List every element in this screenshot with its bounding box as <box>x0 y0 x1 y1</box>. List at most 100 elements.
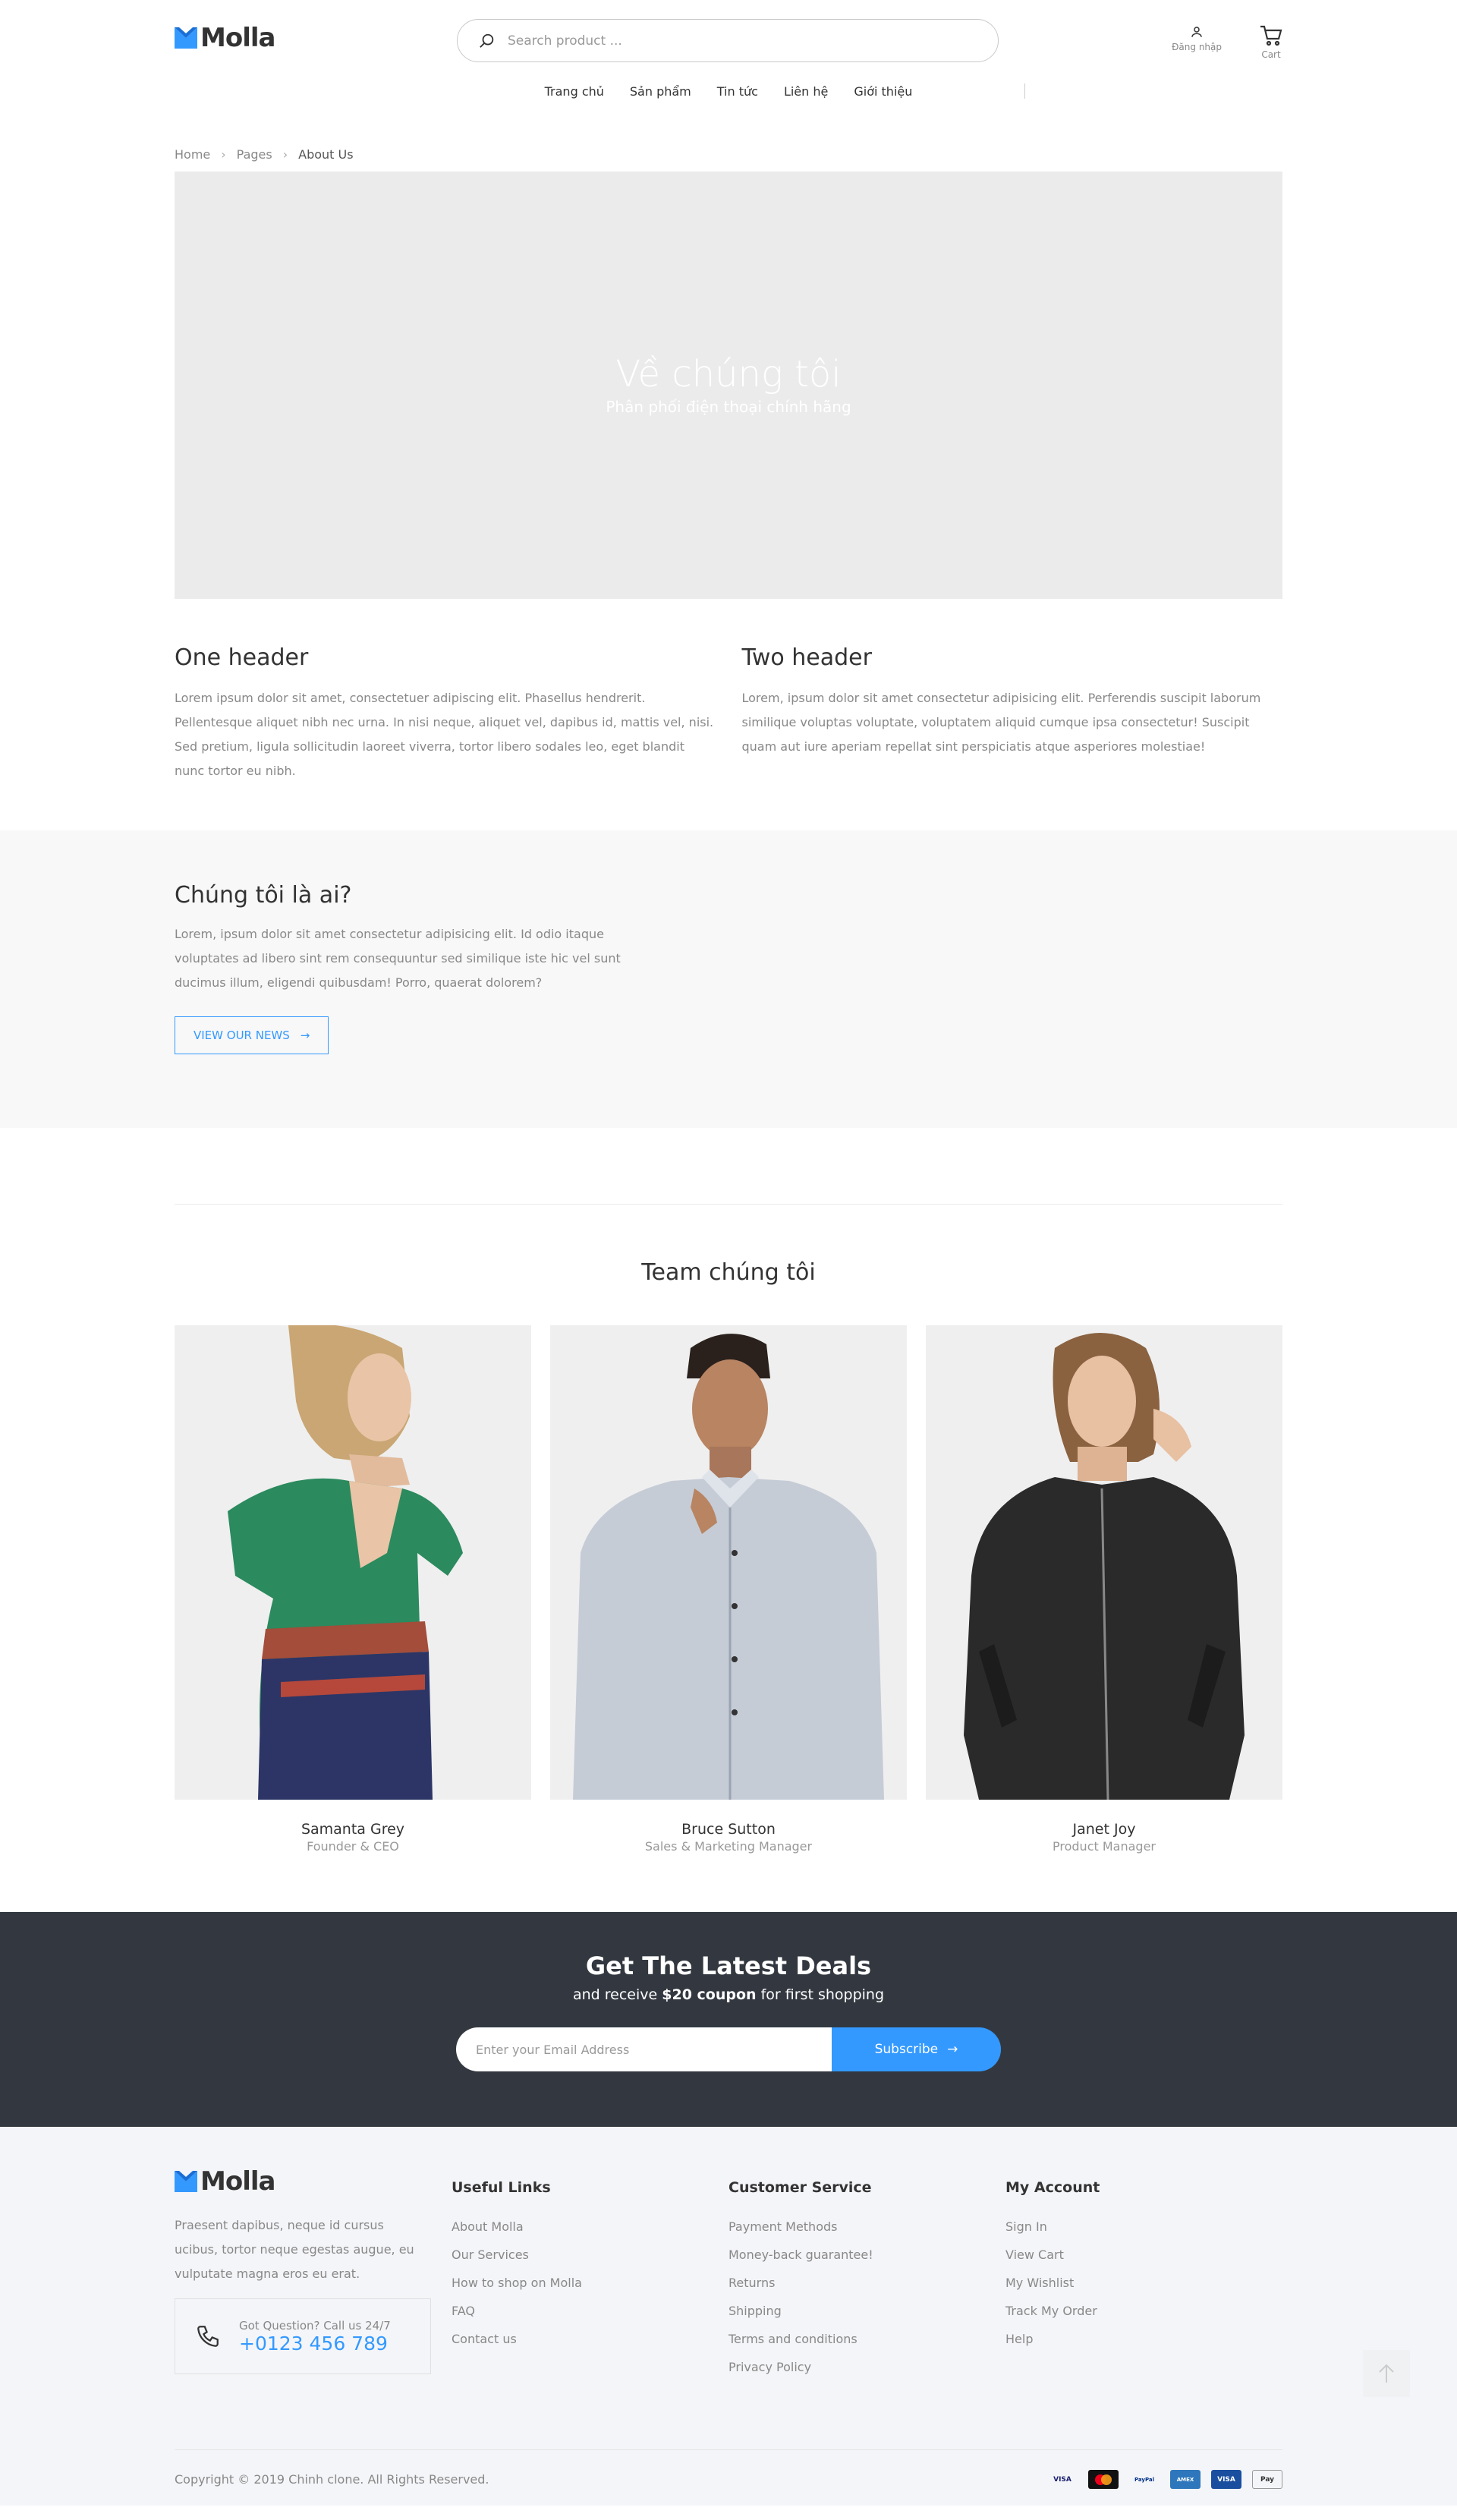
footer-link[interactable]: About Molla <box>452 2213 728 2241</box>
footer-logo[interactable]: Molla <box>175 2166 452 2197</box>
newsletter-text: and receive $20 coupon for first shoppin… <box>0 1986 1457 2003</box>
view-news-label: VIEW OUR NEWS <box>194 1028 290 1042</box>
footer-link[interactable]: FAQ <box>452 2297 728 2325</box>
phone-number[interactable]: +0123 456 789 <box>239 2333 391 2355</box>
phone-icon <box>197 2326 219 2347</box>
user-icon <box>1191 27 1202 37</box>
newsletter-form: Subscribe → <box>456 2027 1001 2071</box>
subscribe-label: Subscribe <box>874 2042 939 2057</box>
chevron-right-icon: › <box>221 146 226 162</box>
cart-link[interactable]: Cart <box>1260 25 1282 60</box>
nav-item-news[interactable]: Tin tức <box>717 84 758 99</box>
member-role: Product Manager <box>1053 1839 1156 1854</box>
footer-my-account: My Account Sign In View Cart My Wishlist… <box>1005 2166 1282 2381</box>
footer-link[interactable]: How to shop on Molla <box>452 2269 728 2297</box>
newsletter-title: Get The Latest Deals <box>585 1951 872 1980</box>
nav-item-about[interactable]: Giới thiệu <box>854 84 912 99</box>
search-icon <box>480 33 494 48</box>
footer-link[interactable]: Payment Methods <box>728 2213 1005 2241</box>
team-title: Team chúng tôi <box>641 1259 816 1286</box>
logo[interactable]: Molla <box>175 23 275 53</box>
visa-card-icon: VISA <box>1211 2470 1241 2489</box>
column-two-title: Two header <box>741 644 872 671</box>
intro-columns: One header Lorem ipsum dolor sit amet, c… <box>175 644 1282 783</box>
search-bar[interactable] <box>457 19 999 62</box>
footer-link[interactable]: Track My Order <box>1005 2297 1282 2325</box>
who-title: Chúng tôi là ai? <box>175 882 352 909</box>
footer-logo-text: Molla <box>200 2166 275 2197</box>
my-account-title: My Account <box>1005 2179 1100 2196</box>
footer-link[interactable]: My Wishlist <box>1005 2269 1282 2297</box>
intro-column-two: Two header Lorem, ipsum dolor sit amet c… <box>742 644 1283 783</box>
breadcrumb-current: About Us <box>298 146 354 162</box>
useful-links-title: Useful Links <box>452 2179 551 2196</box>
footer-link[interactable]: Returns <box>728 2269 1005 2297</box>
team-grid: Samanta Grey Founder & CEO Bruce Sutton … <box>175 1325 1282 1854</box>
arrow-right-icon: → <box>300 1028 310 1042</box>
logo-mark-icon <box>175 27 197 49</box>
arrow-right-icon: → <box>947 2042 958 2057</box>
member-photo-woman-dress-icon <box>175 1325 531 1800</box>
phone-box: Got Question? Call us 24/7 +0123 456 789 <box>175 2298 431 2374</box>
breadcrumb-home[interactable]: Home <box>175 147 210 162</box>
column-one-title: One header <box>175 644 309 671</box>
newsletter-section: Get The Latest Deals and receive $20 cou… <box>0 1912 1457 2127</box>
member-name: Samanta Grey <box>301 1821 405 1838</box>
cart-icon <box>1260 25 1282 46</box>
nav-divider <box>1024 83 1025 99</box>
subscribe-button[interactable]: Subscribe → <box>832 2027 1001 2071</box>
footer-link[interactable]: Sign In <box>1005 2213 1282 2241</box>
footer-link[interactable]: Help <box>1005 2325 1282 2353</box>
header-actions: Đăng nhập Cart <box>1172 25 1282 60</box>
scroll-to-top-button[interactable] <box>1363 2350 1410 2397</box>
member-role: Founder & CEO <box>307 1839 399 1854</box>
nav-item-contact[interactable]: Liên hệ <box>784 84 828 99</box>
search-input[interactable] <box>508 33 963 49</box>
cart-label: Cart <box>1261 49 1281 60</box>
member-name: Janet Joy <box>1072 1821 1136 1838</box>
column-one-text: Lorem ipsum dolor sit amet, consectetuer… <box>175 691 714 778</box>
member-photo <box>926 1325 1282 1800</box>
logo-mark-icon <box>175 2171 197 2192</box>
member-photo <box>550 1325 907 1800</box>
apple-pay-icon: Pay <box>1252 2470 1282 2489</box>
intro-column-one: One header Lorem ipsum dolor sit amet, c… <box>175 644 716 783</box>
phone-label: Got Question? Call us 24/7 <box>239 2318 391 2333</box>
customer-service-title: Customer Service <box>728 2179 872 2196</box>
payment-methods: VISA PayPal AMEX VISA Pay <box>1047 2470 1282 2489</box>
copyright: Copyright © 2019 Chinh clone. All Rights… <box>175 2472 489 2487</box>
amex-icon: AMEX <box>1170 2470 1201 2489</box>
hero-banner: Về chúng tôi Phân phối điện thoại chính … <box>175 172 1282 599</box>
footer-link[interactable]: Our Services <box>452 2241 728 2269</box>
team-member: Janet Joy Product Manager <box>926 1325 1282 1854</box>
nav-item-home[interactable]: Trang chủ <box>545 84 604 99</box>
who-text: Lorem, ipsum dolor sit amet consectetur … <box>175 927 621 990</box>
section-divider <box>175 1204 1282 1205</box>
team-member: Samanta Grey Founder & CEO <box>175 1325 531 1854</box>
site-header: Molla Đăng nhập Cart <box>175 0 1282 72</box>
team-member: Bruce Sutton Sales & Marketing Manager <box>550 1325 907 1854</box>
login-link[interactable]: Đăng nhập <box>1172 25 1222 60</box>
footer-link[interactable]: Terms and conditions <box>728 2325 1005 2353</box>
footer-about-column: Molla Praesent dapibus, neque id cursus … <box>175 2166 452 2381</box>
footer-link[interactable]: Shipping <box>728 2297 1005 2325</box>
footer-useful-links: Useful Links About Molla Our Services Ho… <box>452 2166 728 2381</box>
arrow-up-icon <box>1379 2364 1394 2383</box>
member-name: Bruce Sutton <box>681 1821 776 1838</box>
footer-link[interactable]: View Cart <box>1005 2241 1282 2269</box>
view-news-button[interactable]: VIEW OUR NEWS → <box>175 1016 329 1054</box>
email-input[interactable] <box>456 2027 832 2071</box>
nav-item-products[interactable]: Sản phẩm <box>630 84 691 99</box>
footer-link[interactable]: Contact us <box>452 2325 728 2353</box>
breadcrumb-pages[interactable]: Pages <box>237 147 272 162</box>
newsletter-coupon: $20 coupon <box>662 1986 757 2003</box>
member-role: Sales & Marketing Manager <box>644 1839 813 1854</box>
column-two-text: Lorem, ipsum dolor sit amet consectetur … <box>741 691 1261 754</box>
login-label: Đăng nhập <box>1172 42 1222 52</box>
footer-link[interactable]: Money-back guarantee! <box>728 2241 1005 2269</box>
chevron-right-icon: › <box>282 146 288 162</box>
newsletter-text-before: and receive <box>572 1986 658 2003</box>
newsletter-text-after: for first shopping <box>760 1986 885 2003</box>
logo-text: Molla <box>200 23 275 53</box>
footer-link[interactable]: Privacy Policy <box>728 2353 1005 2381</box>
